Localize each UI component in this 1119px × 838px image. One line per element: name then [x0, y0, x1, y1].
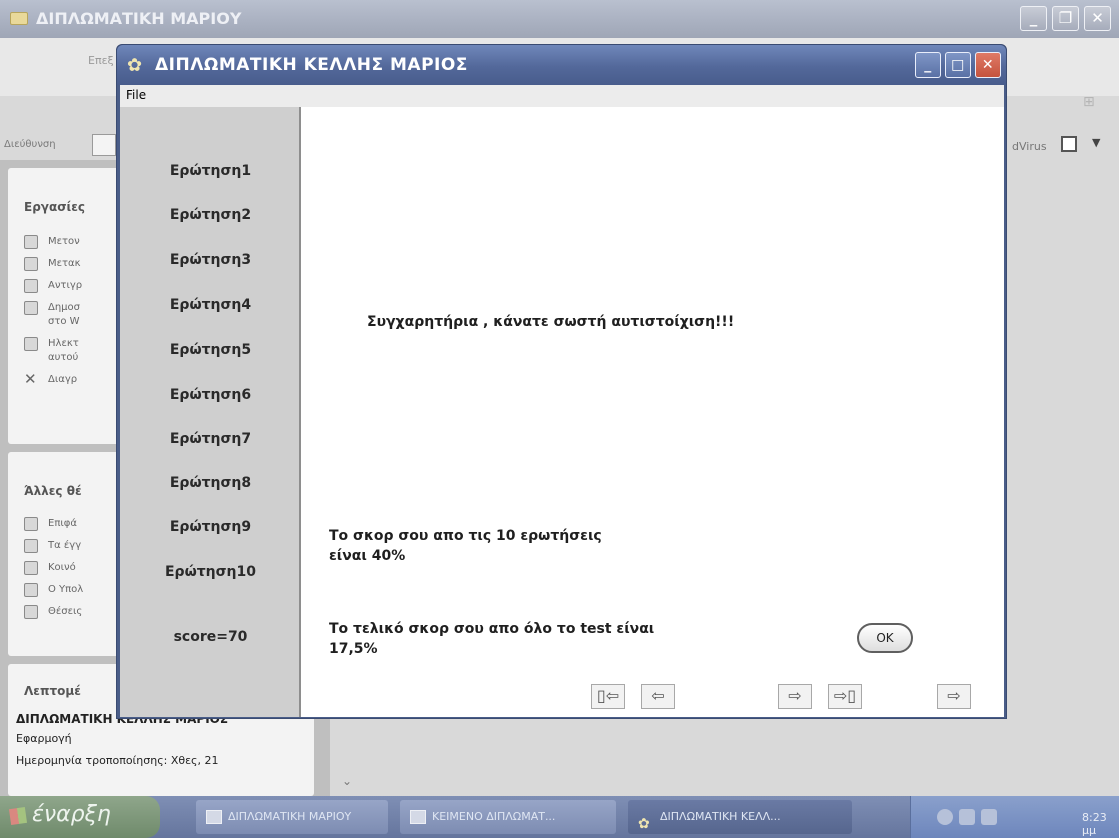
- clock: 8:23 μμ: [1082, 811, 1107, 837]
- app-icon: ✿: [127, 55, 143, 76]
- network-icon: [24, 605, 38, 619]
- minimize-button[interactable]: _: [915, 52, 941, 78]
- menu-edit[interactable]: Επεξ: [88, 54, 114, 67]
- close-button[interactable]: ✕: [975, 52, 1001, 78]
- address-label: Διεύθυνση: [4, 139, 56, 150]
- word-document-icon: [410, 810, 426, 824]
- details-type: Εφαρμογή: [16, 732, 72, 745]
- first-question-button[interactable]: ▯⇦: [591, 684, 625, 709]
- windows-logo-icon: ⊞: [1083, 94, 1095, 110]
- chevron-down-icon[interactable]: ▼: [1092, 136, 1100, 149]
- details-modified: Ημερομηνία τροποποίησης: Χθες, 21: [16, 754, 219, 767]
- result-content: Συγχαρητήρια , κάνατε σωστή αυτιστοίχιση…: [301, 107, 1004, 717]
- final-score-line2: 17,5%: [329, 641, 378, 657]
- taskbar-item-word[interactable]: ΚΕΙΜΕΝΟ ΔΙΠΛΩΜΑΤ...: [400, 800, 616, 834]
- antivirus-tray-icon[interactable]: [981, 809, 997, 825]
- minimize-button[interactable]: _: [1020, 6, 1047, 31]
- previous-question-button[interactable]: ⇦: [641, 684, 675, 709]
- maximize-button[interactable]: □: [945, 52, 971, 78]
- question-9-link[interactable]: Ερώτηση9: [120, 519, 301, 535]
- chevron-down-icon[interactable]: ⌄: [342, 774, 352, 788]
- question-4-link[interactable]: Ερώτηση4: [120, 297, 301, 313]
- last-question-button[interactable]: ⇨▯: [828, 684, 862, 709]
- delete-icon: ✕: [24, 370, 37, 388]
- exit-button[interactable]: ⇨: [937, 684, 971, 709]
- question-5-link[interactable]: Ερώτηση5: [120, 342, 301, 358]
- taskbar-item-explorer[interactable]: ΔΙΠΛΩΜΑΤΙΚΗ ΜΑΡΙΟΥ: [196, 800, 388, 834]
- dialog-client-area: Ερώτηση1 Ερώτηση2 Ερώτηση3 Ερώτηση4 Ερώτ…: [120, 107, 1004, 717]
- task-icon: [24, 257, 38, 271]
- antivirus-icon[interactable]: [1061, 136, 1077, 152]
- question-nav-panel: Ερώτηση1 Ερώτηση2 Ερώτηση3 Ερώτηση4 Ερώτ…: [120, 107, 301, 717]
- score-text-line2: είναι 40%: [329, 548, 406, 564]
- score-label: score=70: [173, 629, 248, 645]
- windows-logo-icon: [8, 806, 28, 826]
- computer-icon: [24, 583, 38, 597]
- folder-icon: [24, 561, 38, 575]
- dialog-menubar: File: [120, 85, 1004, 107]
- ok-button[interactable]: OK: [857, 623, 913, 653]
- dialog-title: ΔΙΠΛΩΜΑΤΙΚΗ ΚΕΛΛΗΣ ΜΑΡΙΟΣ: [155, 55, 468, 75]
- app-icon: ✿: [638, 816, 650, 832]
- congratulations-message: Συγχαρητήρια , κάνατε σωστή αυτιστοίχιση…: [367, 314, 735, 330]
- next-question-button[interactable]: ⇨: [778, 684, 812, 709]
- score-text-line1: Το σκορ σου απο τις 10 ερωτήσεις: [329, 528, 602, 544]
- start-label: έναρξη: [32, 802, 111, 827]
- question-2-link[interactable]: Ερώτηση2: [120, 207, 301, 223]
- address-input[interactable]: [92, 134, 116, 156]
- background-window-titlebar: ΔΙΠΛΩΜΑΤΙΚΗ ΜΑΡΙΟΥ _ ❐ ✕: [0, 0, 1119, 38]
- taskbar-item-quiz-app[interactable]: ✿ ΔΙΠΛΩΜΑΤΙΚΗ ΚΕΛΛ...: [628, 800, 852, 834]
- quiz-dialog-window: ✿ ΔΙΠΛΩΜΑΤΙΚΗ ΚΕΛΛΗΣ ΜΑΡΙΟΣ _ □ ✕ File Ε…: [116, 44, 1007, 719]
- maximize-button[interactable]: ❐: [1052, 6, 1079, 31]
- close-button[interactable]: ✕: [1084, 6, 1111, 31]
- dialog-titlebar[interactable]: ✿ ΔΙΠΛΩΜΑΤΙΚΗ ΚΕΛΛΗΣ ΜΑΡΙΟΣ _ □ ✕: [117, 45, 1006, 85]
- question-7-link[interactable]: Ερώτηση7: [120, 431, 301, 447]
- taskbar: έναρξη ΔΙΠΛΩΜΑΤΙΚΗ ΜΑΡΙΟΥ ΚΕΙΜΕΝΟ ΔΙΠΛΩΜ…: [0, 796, 1119, 838]
- speaker-icon[interactable]: [937, 809, 953, 825]
- task-icon: [24, 279, 38, 293]
- start-button[interactable]: έναρξη: [0, 796, 160, 838]
- folder-icon: [10, 12, 28, 25]
- question-8-link[interactable]: Ερώτηση8: [120, 475, 301, 491]
- background-window-title: ΔΙΠΛΩΜΑΤΙΚΗ ΜΑΡΙΟΥ: [36, 9, 242, 28]
- menu-file[interactable]: File: [126, 88, 146, 102]
- question-3-link[interactable]: Ερώτηση3: [120, 252, 301, 268]
- question-6-link[interactable]: Ερώτηση6: [120, 387, 301, 403]
- folder-icon: [206, 810, 222, 824]
- final-score-line1: Το τελικό σκορ σου απο όλο το test είναι: [329, 621, 655, 637]
- task-icon: [24, 235, 38, 249]
- network-icon[interactable]: [959, 809, 975, 825]
- question-10-link[interactable]: Ερώτηση10: [120, 564, 301, 580]
- antivirus-label: dVirus: [1012, 140, 1047, 153]
- question-1-link[interactable]: Ερώτηση1: [120, 163, 301, 179]
- desktop-icon: [24, 517, 38, 531]
- folder-icon: [24, 539, 38, 553]
